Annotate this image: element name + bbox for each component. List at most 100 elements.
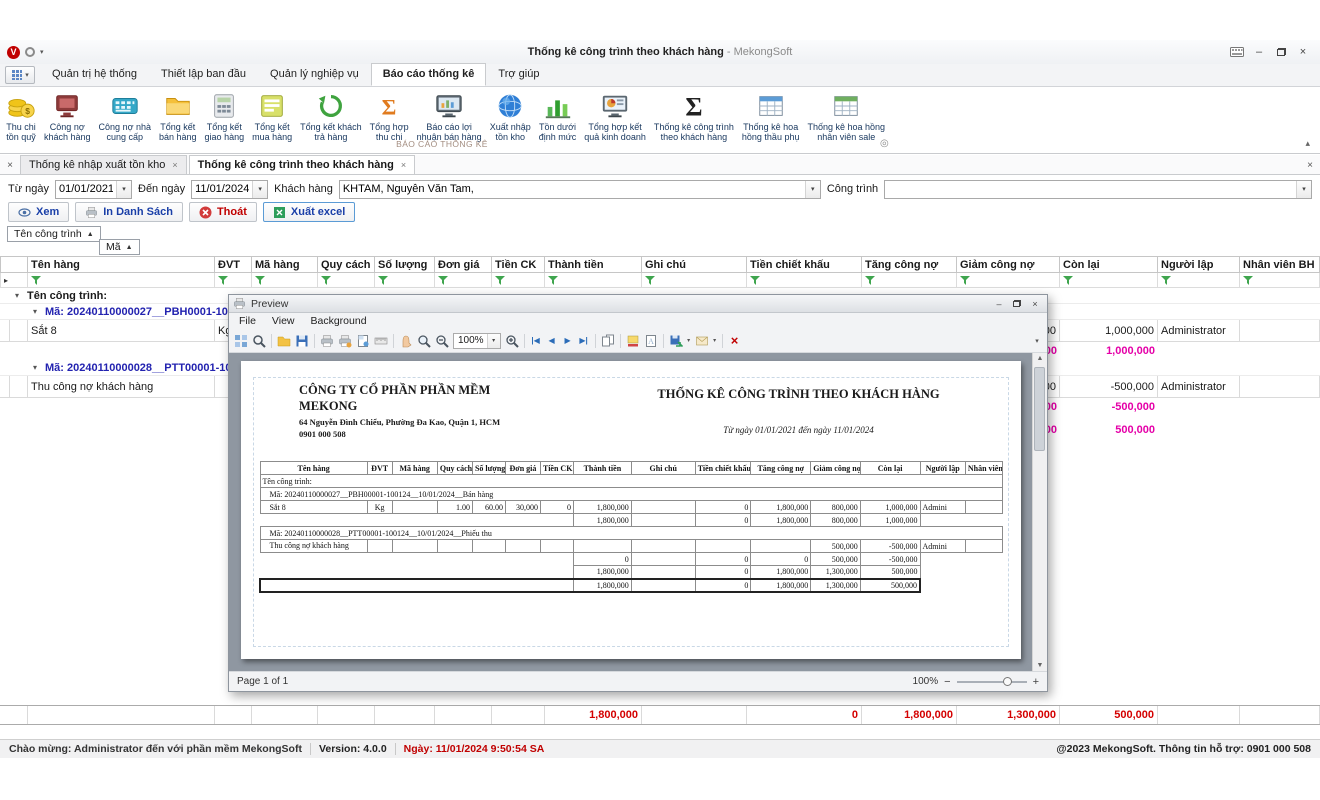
scroll-down-icon[interactable]: ▼ (1037, 662, 1044, 669)
to-date-dropdown-icon[interactable]: ▾ (252, 181, 267, 198)
filter-cell-giam-cong-no[interactable] (957, 273, 1060, 288)
ribbon-item-thu-chi-ton-quy[interactable]: $ Thu chi tồn quỹ (2, 90, 40, 143)
print-list-button[interactable]: In Danh Sách (75, 202, 183, 222)
close-preview-icon[interactable]: × (726, 332, 744, 350)
tabstrip-close-left-icon[interactable]: × (0, 157, 20, 174)
zoom-in-button[interactable]: + (1033, 676, 1039, 688)
view-button[interactable]: Xem (8, 202, 69, 222)
filter-cell-tang-cong-no[interactable] (862, 273, 957, 288)
search-icon[interactable] (250, 332, 268, 350)
ribbon-item-tong-ket-ban-hang[interactable]: Tổng kết bán hàng (155, 90, 201, 143)
filter-cell-nguoi-lap[interactable] (1158, 273, 1240, 288)
ribbon-tab-tro-giup[interactable]: Trợ giúp (486, 63, 551, 86)
ribbon-tab-bao-cao-thong-ke[interactable]: Báo cáo thống kê (371, 63, 487, 86)
cell-nhan-vien-bh[interactable] (1240, 376, 1320, 398)
close-button[interactable]: × (1294, 44, 1312, 60)
filter-cell-thanh-tien[interactable] (545, 273, 642, 288)
column-header-ma-hang[interactable]: Mã hàng (252, 256, 318, 273)
zoom-slider[interactable] (957, 681, 1027, 683)
ribbon-item-tong-hop-thu-chi[interactable]: Σ Tổng hợp thu chi (366, 90, 413, 143)
ribbon-item-xuat-nhap-ton-kho[interactable]: Xuất nhập tồn kho (486, 90, 535, 143)
column-header-ten-hang[interactable]: Tên hàng (28, 256, 215, 273)
export-document-icon[interactable] (667, 332, 685, 350)
customer-input[interactable] (340, 181, 805, 198)
save-icon[interactable] (293, 332, 311, 350)
zoom-slider-thumb[interactable] (1003, 677, 1012, 686)
email-dropdown-icon[interactable]: ▾ (711, 332, 719, 350)
page-color-icon[interactable] (624, 332, 642, 350)
customer-dropdown-icon[interactable]: ▾ (805, 181, 820, 198)
filter-cell-dvt[interactable] (215, 273, 252, 288)
filter-cell-nhan-vien-bh[interactable] (1240, 273, 1320, 288)
preview-title-bar[interactable]: Preview – × (229, 295, 1047, 313)
column-header-tien-chiet-khau[interactable]: Tiền chiết khấu (747, 256, 862, 273)
ribbon-item-tong-ket-khach-tra-hang[interactable]: Tổng kết khách trả hàng (296, 90, 366, 143)
preview-close-button[interactable]: × (1027, 297, 1043, 310)
thumbnails-icon[interactable] (232, 332, 250, 350)
expander-icon[interactable]: ▾ (28, 360, 42, 375)
column-header-ghi-chu[interactable]: Ghi chú (642, 256, 747, 273)
menu-file[interactable]: File (231, 315, 264, 327)
cell-ten-hang[interactable]: Sắt 8 (28, 320, 215, 342)
column-header-con-lai[interactable]: Còn lại (1060, 256, 1158, 273)
ribbon-item-tong-ket-mua-hang[interactable]: Tổng kết mua hàng (248, 90, 296, 143)
column-header-nhan-vien-bh[interactable]: Nhân viên BH (1240, 256, 1320, 273)
column-header-tien-ck[interactable]: Tiền CK (492, 256, 545, 273)
scroll-up-icon[interactable]: ▲ (1037, 355, 1044, 362)
ribbon-tab-quan-ly-nghiep-vu[interactable]: Quản lý nghiệp vụ (258, 63, 371, 86)
ribbon-item-bao-cao-loi-nhuan[interactable]: Báo cáo lợi nhuận bán hàng (413, 90, 486, 143)
tab-close-icon[interactable]: × (401, 160, 406, 170)
filter-cell-quy-cach[interactable] (318, 273, 375, 288)
quick-access-dropdown-icon[interactable]: ▾ (40, 48, 44, 56)
page-setup-icon[interactable] (354, 332, 372, 350)
filter-cell-so-luong[interactable] (375, 273, 435, 288)
column-header-giam-cong-no[interactable]: Giảm công nợ (957, 256, 1060, 273)
multiple-pages-icon[interactable] (599, 332, 617, 350)
touch-keyboard-icon[interactable] (1228, 44, 1246, 60)
group-by-chip-ma[interactable]: Mã ▲ (99, 239, 140, 255)
tabstrip-close-right-icon[interactable]: × (1300, 157, 1320, 174)
next-page-icon[interactable]: ▶ (560, 332, 576, 350)
ribbon-item-cong-no-nha-cung-cap[interactable]: Công nợ nhà cung cấp (95, 90, 155, 143)
print-icon[interactable] (318, 332, 336, 350)
export-excel-button[interactable]: Xuất excel (263, 202, 355, 222)
magnifier-icon[interactable] (415, 332, 433, 350)
ribbon-item-cong-no-khach-hang[interactable]: Công nợ khách hàng (40, 90, 95, 143)
prev-page-icon[interactable]: ◀ (544, 332, 560, 350)
zoom-in-icon[interactable] (503, 332, 521, 350)
filter-cell-tien-chiet-khau[interactable] (747, 273, 862, 288)
hand-tool-icon[interactable] (397, 332, 415, 350)
preview-minimize-button[interactable]: – (991, 297, 1007, 310)
minimize-button[interactable]: – (1250, 44, 1268, 60)
ribbon-collapse-icon[interactable]: ▴ (1305, 138, 1310, 149)
group-by-panel[interactable]: Tên công trình ▲ Mã ▲ (0, 224, 1320, 255)
preview-maximize-button[interactable] (1009, 297, 1025, 310)
cell-ten-hang[interactable]: Thu công nợ khách hàng (28, 376, 215, 398)
exit-button[interactable]: Thoát (189, 202, 257, 222)
column-header-nguoi-lap[interactable]: Người lập (1158, 256, 1240, 273)
filter-cell-tien-ck[interactable] (492, 273, 545, 288)
column-header-so-luong[interactable]: Số lượng (375, 256, 435, 273)
doc-tab-thong-ke-nhap-xuat-ton-kho[interactable]: Thống kê nhập xuất tồn kho × (20, 155, 187, 174)
ribbon-item-ton-duoi-dinh-muc[interactable]: Tồn dưới định mức (535, 90, 581, 143)
ribbon-item-thong-ke-cong-trinh-theo-khach-hang[interactable]: Σ Thống kê công trình theo khách hàng (650, 90, 738, 143)
zoom-level-combo[interactable]: 100% ▾ (453, 333, 501, 349)
column-header-don-gia[interactable]: Đơn giá (435, 256, 492, 273)
cell-nguoi-lap[interactable]: Administrator (1158, 376, 1240, 398)
expander-icon[interactable]: ▾ (10, 288, 24, 303)
toolbar-overflow-icon[interactable]: ▾ (1030, 337, 1044, 345)
column-header-quy-cach[interactable]: Quy cách (318, 256, 375, 273)
column-header-thanh-tien[interactable]: Thành tiền (545, 256, 642, 273)
watermark-icon[interactable]: A (642, 332, 660, 350)
project-input[interactable] (885, 181, 1296, 198)
export-dropdown-icon[interactable]: ▾ (685, 332, 693, 350)
last-page-icon[interactable]: ▶| (576, 332, 592, 350)
filter-cell-ma-hang[interactable] (252, 273, 318, 288)
zoom-out-button[interactable]: − (944, 676, 950, 688)
ribbon-item-tong-ket-giao-hang[interactable]: Tổng kết giao hàng (201, 90, 249, 143)
ribbon-tab-thiet-lap-ban-dau[interactable]: Thiết lập ban đầu (149, 63, 258, 86)
from-date-dropdown-icon[interactable]: ▾ (116, 181, 131, 198)
first-page-icon[interactable]: |◀ (528, 332, 544, 350)
filter-cell-don-gia[interactable] (435, 273, 492, 288)
restore-button[interactable] (1272, 44, 1290, 60)
